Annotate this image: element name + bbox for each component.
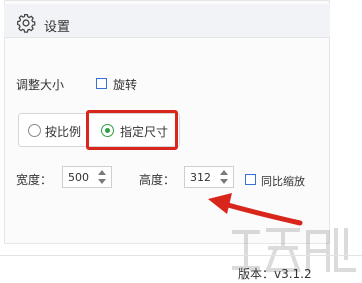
width-value: 500 <box>68 171 89 184</box>
stepper-arrows-icon[interactable] <box>217 168 231 186</box>
radio-proportional-label: 按比例 <box>45 125 82 139</box>
rotate-label: 旋转 <box>113 78 138 92</box>
radio-proportional-button[interactable] <box>28 124 41 137</box>
page-title: 设置 <box>44 20 71 35</box>
settings-header: 设置 <box>4 4 330 38</box>
proportional-scale-checkbox[interactable] <box>245 174 256 185</box>
width-label: 宽度： <box>16 173 53 187</box>
version-text: 版本：v3.1.2 <box>238 267 312 281</box>
stepper-arrows-icon[interactable] <box>95 168 109 186</box>
width-stepper[interactable]: 500 <box>62 166 112 188</box>
footer-divider <box>0 255 362 256</box>
height-stepper[interactable]: 312 <box>184 166 234 188</box>
resize-label: 调整大小 <box>16 78 65 92</box>
height-value: 312 <box>190 171 211 184</box>
proportional-scale-label: 同比缩放 <box>261 175 305 188</box>
annotation-highlight-box <box>86 110 178 150</box>
rotate-checkbox[interactable] <box>96 78 107 89</box>
height-label: 高度： <box>139 173 176 187</box>
gear-icon <box>17 14 36 33</box>
